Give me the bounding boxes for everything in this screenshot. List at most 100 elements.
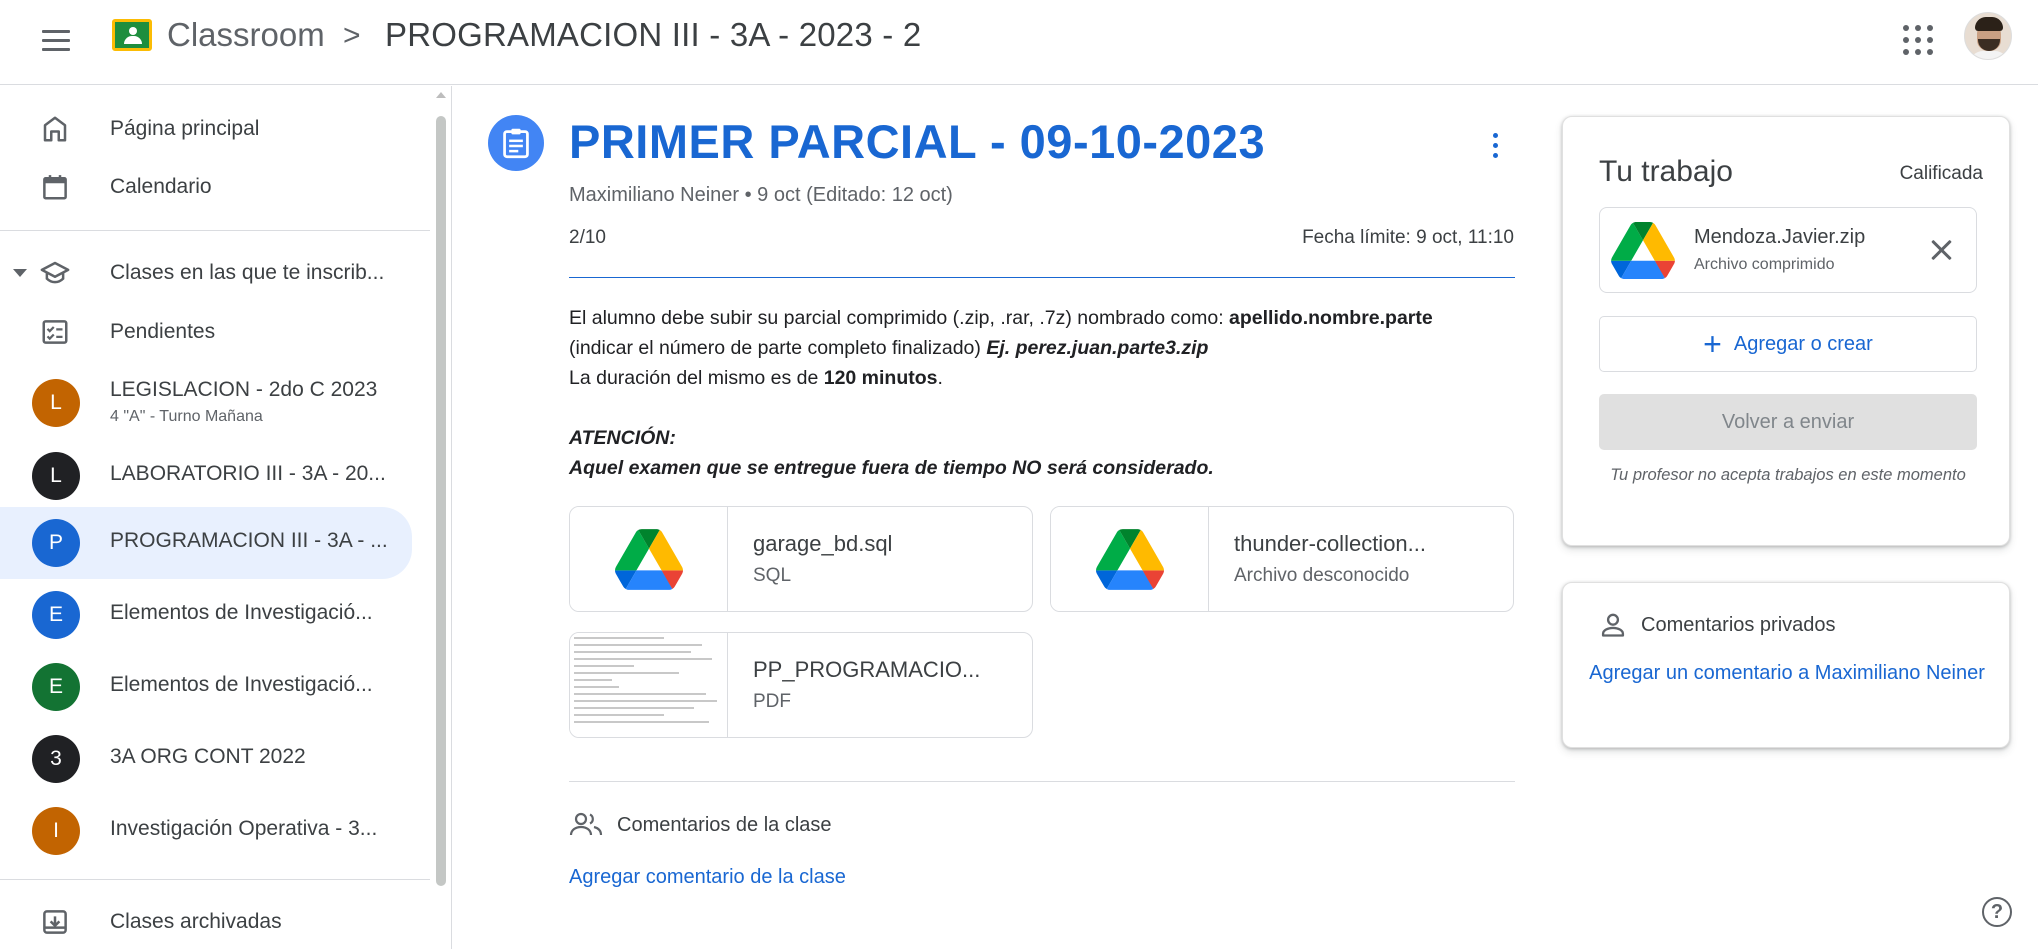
sidebar-item-subtitle: 4 "A" - Turno Mañana bbox=[110, 408, 263, 425]
people-icon bbox=[569, 812, 603, 836]
attachment-card[interactable]: PP_PROGRAMACIO... PDF bbox=[569, 632, 1033, 738]
chevron-down-icon[interactable] bbox=[13, 269, 27, 277]
breadcrumb-class-title[interactable]: PROGRAMACION III - 3A - 2023 - 2 bbox=[385, 16, 921, 54]
your-work-panel: Tu trabajo Calificada Mendoza.Javier.zip… bbox=[1562, 116, 2010, 546]
instruction-warning: Aquel examen que se entregue fuera de ti… bbox=[569, 457, 1214, 479]
menu-icon bbox=[42, 29, 70, 33]
attachment-type: SQL bbox=[753, 565, 792, 586]
instruction-text: (indicar el número de parte completo fin… bbox=[569, 337, 987, 359]
sidebar-item-label: Investigación Operativa - 3... bbox=[110, 817, 378, 840]
sidebar-class-elementos-1[interactable]: E Elementos de Investigació... bbox=[0, 579, 412, 651]
pdf-preview bbox=[570, 633, 728, 737]
sidebar-class-investigacion[interactable]: I Investigación Operativa - 3... bbox=[0, 795, 412, 867]
assignment-meta: Maximiliano Neiner • 9 oct (Editado: 12 … bbox=[569, 184, 953, 206]
avatar-hair bbox=[1975, 17, 2003, 31]
apps-dot bbox=[1927, 49, 1933, 55]
sidebar-class-laboratorio[interactable]: L LABORATORIO III - 3A - 20... bbox=[0, 440, 412, 512]
instruction-text: . bbox=[937, 367, 943, 389]
help-icon[interactable]: ? bbox=[1982, 897, 2012, 927]
instruction-filename-format: apellido.nombre.parte bbox=[1229, 307, 1433, 329]
google-apps-icon[interactable] bbox=[1900, 22, 1933, 55]
google-drive-icon bbox=[1608, 218, 1678, 282]
submitted-file-type: Archivo comprimido bbox=[1694, 256, 1835, 273]
sidebar-item-label: Calendario bbox=[110, 175, 212, 198]
instruction-duration: 120 minutos bbox=[823, 367, 938, 389]
sidebar-item-archived[interactable]: Clases archivadas bbox=[0, 892, 412, 949]
class-comments-heading: Comentarios de la clase bbox=[569, 812, 832, 838]
class-avatar: L bbox=[32, 379, 80, 427]
private-comments-label: Comentarios privados bbox=[1641, 613, 1836, 636]
assignment-due-date: Fecha límite: 9 oct, 11:10 bbox=[1302, 227, 1514, 248]
dot bbox=[1492, 152, 1498, 158]
instruction-blank-line bbox=[569, 393, 1529, 423]
breadcrumb-separator: > bbox=[343, 19, 361, 52]
sidebar-item-label: Elementos de Investigació... bbox=[110, 601, 373, 624]
instruction-line: El alumno debe subir su parcial comprimi… bbox=[569, 303, 1529, 333]
attachment-card[interactable]: garage_bd.sql SQL bbox=[569, 506, 1033, 612]
add-class-comment-link[interactable]: Agregar comentario de la clase bbox=[569, 866, 846, 889]
sidebar: Página principal Calendario Clases en la… bbox=[0, 86, 452, 949]
close-icon[interactable] bbox=[1928, 236, 1956, 264]
sidebar-item-enrolled[interactable]: Clases en las que te inscrib... bbox=[0, 243, 412, 303]
assignment-check-icon bbox=[38, 315, 72, 349]
add-or-create-button[interactable]: + Agregar o crear bbox=[1599, 316, 1977, 372]
instruction-text: El alumno debe subir su parcial comprimi… bbox=[569, 307, 1230, 329]
sidebar-divider bbox=[0, 879, 430, 880]
classroom-logo-icon[interactable] bbox=[112, 19, 152, 51]
attachment-card[interactable]: thunder-collection... Archivo desconocid… bbox=[1050, 506, 1514, 612]
apps-dot bbox=[1915, 49, 1921, 55]
private-comments-panel: Comentarios privados Agregar un comentar… bbox=[1562, 582, 2010, 748]
assignment-icon bbox=[488, 115, 544, 171]
dot bbox=[1492, 142, 1498, 148]
apps-dot bbox=[1915, 25, 1921, 31]
drive-logo bbox=[615, 529, 683, 590]
sidebar-item-label: 3A ORG CONT 2022 bbox=[110, 745, 306, 768]
sidebar-item-label: Pendientes bbox=[110, 320, 216, 343]
class-avatar: I bbox=[32, 807, 80, 855]
sidebar-item-label: LABORATORIO III - 3A - 20... bbox=[110, 462, 386, 485]
apps-dot bbox=[1903, 37, 1909, 43]
assignment-instructions: El alumno debe subir su parcial comprimi… bbox=[569, 303, 1529, 483]
sidebar-item-home[interactable]: Página principal bbox=[0, 99, 412, 159]
apps-dot bbox=[1915, 37, 1921, 43]
class-avatar: 3 bbox=[32, 735, 80, 783]
top-app-bar: Classroom > PROGRAMACION III - 3A - 2023… bbox=[0, 0, 2038, 85]
sidebar-class-programacion[interactable]: P PROGRAMACION III - 3A - ... bbox=[0, 507, 412, 579]
sidebar-class-elementos-2[interactable]: E Elementos de Investigació... bbox=[0, 651, 412, 723]
sidebar-item-todo[interactable]: Pendientes bbox=[0, 302, 412, 362]
sidebar-item-label: PROGRAMACION III - 3A - ... bbox=[110, 529, 388, 552]
sidebar-item-label: Clases archivadas bbox=[110, 910, 282, 933]
sidebar-item-label: Clases en las que te inscrib... bbox=[110, 261, 385, 284]
person-icon bbox=[1601, 613, 1625, 637]
add-private-comment-link[interactable]: Agregar un comentario a Maximiliano Nein… bbox=[1587, 655, 1987, 691]
instruction-line: (indicar el número de parte completo fin… bbox=[569, 333, 1529, 363]
header-divider bbox=[569, 277, 1515, 278]
sidebar-scrollbar[interactable] bbox=[436, 116, 446, 886]
resubmit-button[interactable]: Volver a enviar bbox=[1599, 394, 1977, 450]
class-avatar: L bbox=[32, 452, 80, 500]
more-options-icon[interactable] bbox=[1485, 127, 1505, 163]
sidebar-item-calendar[interactable]: Calendario bbox=[0, 157, 412, 217]
attachment-type: Archivo desconocido bbox=[1234, 565, 1410, 586]
instruction-line: Aquel examen que se entregue fuera de ti… bbox=[569, 453, 1529, 483]
sidebar-class-legislacion[interactable]: L LEGISLACION - 2do C 2023 4 "A" - Turno… bbox=[0, 366, 412, 440]
drive-logo bbox=[1096, 529, 1164, 590]
your-work-title: Tu trabajo bbox=[1599, 155, 1733, 188]
submitted-file-card[interactable]: Mendoza.Javier.zip Archivo comprimido bbox=[1599, 207, 1977, 293]
main-menu-button[interactable] bbox=[36, 20, 76, 60]
attachment-type: PDF bbox=[753, 691, 791, 712]
scroll-up-arrow[interactable] bbox=[436, 92, 446, 98]
sidebar-item-label: Página principal bbox=[110, 117, 260, 140]
attachment-name: thunder-collection... bbox=[1234, 531, 1426, 556]
menu-icon-bar bbox=[42, 47, 70, 51]
drive-logo bbox=[1611, 222, 1675, 279]
sidebar-class-org-cont[interactable]: 3 3A ORG CONT 2022 bbox=[0, 723, 412, 795]
class-avatar: P bbox=[32, 519, 80, 567]
logo-head bbox=[129, 27, 137, 35]
archive-icon bbox=[38, 905, 72, 939]
avatar-shirt bbox=[1969, 51, 2009, 59]
app-title-link[interactable]: Classroom bbox=[167, 16, 325, 54]
account-avatar[interactable] bbox=[1964, 12, 2012, 60]
apps-dot bbox=[1927, 37, 1933, 43]
dot bbox=[1492, 132, 1498, 138]
